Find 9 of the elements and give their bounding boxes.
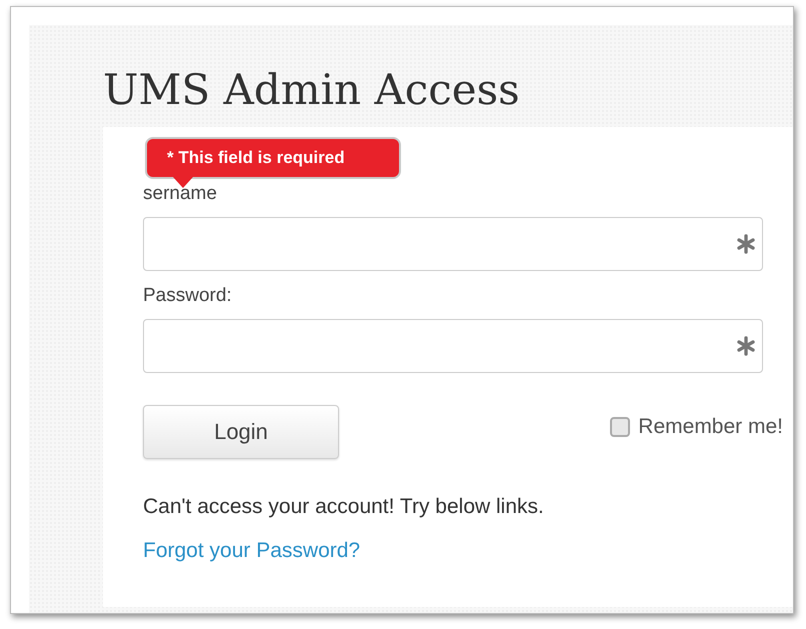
input-field[interactable]: [143, 217, 763, 271]
page-title: UMS Admin Access: [103, 64, 521, 116]
help-text: Can't access your account! Try below links.: [143, 495, 545, 519]
input-field[interactable]: [143, 319, 763, 373]
login-button[interactable]: Login: [143, 405, 339, 459]
remember-label: Remember me!: [638, 415, 783, 439]
remember-checkbox[interactable]: [610, 417, 630, 437]
field-label: Password:: [143, 285, 233, 307]
forgot-password-link[interactable]: Forgot your Password?: [143, 539, 360, 563]
